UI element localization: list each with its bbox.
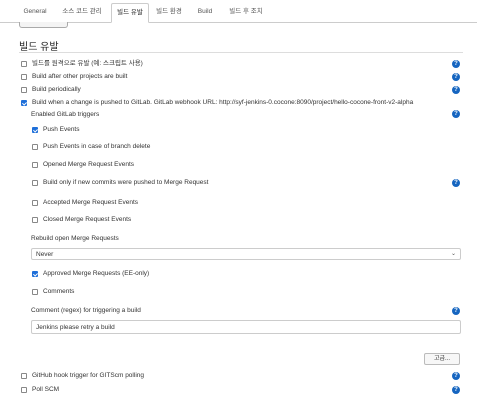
trigger-gitlab-push-checkbox[interactable] [21, 99, 27, 106]
push-branch-delete-label: Push Events in case of branch delete [43, 143, 151, 150]
trigger-github-hook-label: GitHub hook trigger for GITScm polling [32, 372, 144, 379]
tab-source-code-management[interactable]: 소스 코드 관리 [56, 3, 108, 21]
comment-regex-label: Comment (regex) for triggering a build [31, 307, 141, 314]
trigger-gitlab-push-label: Build when a change is pushed to GitLab.… [32, 99, 414, 106]
section-divider [19, 52, 463, 53]
help-icon[interactable]: ? [452, 73, 460, 81]
help-icon[interactable]: ? [452, 307, 460, 315]
comment-regex-value: Jenkins please retry a build [36, 324, 115, 331]
tab-build-triggers[interactable]: 빌드 유발 [111, 3, 149, 23]
trigger-github-hook-checkbox[interactable] [21, 372, 27, 379]
approved-mr-checkbox[interactable] [32, 270, 38, 277]
tab-general[interactable]: General [18, 3, 52, 21]
enabled-gitlab-triggers-label: Enabled GitLab triggers [31, 111, 100, 118]
push-events-checkbox[interactable] [32, 126, 38, 133]
section-title: 빌드 유발 [19, 42, 59, 53]
closed-mr-checkbox[interactable] [32, 216, 38, 223]
new-commits-mr-checkbox[interactable] [32, 179, 38, 186]
tab-build-environment[interactable]: 빌드 환경 [151, 3, 187, 21]
rebuild-open-mr-label: Rebuild open Merge Requests [31, 235, 119, 242]
opened-mr-checkbox[interactable] [32, 161, 38, 168]
previous-section-button-edge[interactable] [19, 22, 68, 28]
closed-mr-label: Closed Merge Request Events [43, 216, 132, 223]
rebuild-open-mr-select[interactable]: Never ⌄ [31, 248, 461, 260]
push-branch-delete-checkbox[interactable] [32, 143, 38, 150]
help-icon[interactable]: ? [452, 110, 460, 118]
trigger-after-other-projects-checkbox[interactable] [21, 73, 27, 80]
trigger-remote-label: 빌드를 원격으로 유발 (예: 스크립트 사용) [32, 60, 143, 67]
tab-build[interactable]: Build [191, 3, 219, 21]
accepted-mr-label: Accepted Merge Request Events [43, 199, 139, 206]
push-events-label: Push Events [43, 126, 80, 133]
trigger-after-other-projects-label: Build after other projects are built [32, 73, 128, 80]
comments-label: Comments [43, 288, 75, 295]
trigger-poll-scm-label: Poll SCM [32, 386, 60, 393]
new-commits-mr-label: Build only if new commits were pushed to… [43, 179, 209, 186]
chevron-down-icon: ⌄ [450, 251, 456, 257]
tab-bar: General 소스 코드 관리 빌드 유발 빌드 환경 Build 빌드 후 … [0, 0, 477, 23]
rebuild-open-mr-value: Never [36, 251, 54, 258]
comment-regex-input[interactable]: Jenkins please retry a build [31, 320, 461, 334]
trigger-periodically-checkbox[interactable] [21, 86, 27, 93]
accepted-mr-checkbox[interactable] [32, 199, 38, 206]
trigger-periodically-label: Build periodically [32, 86, 81, 93]
tab-post-build-actions[interactable]: 빌드 후 조치 [222, 3, 270, 21]
approved-mr-label: Approved Merge Requests (EE-only) [43, 270, 150, 277]
help-icon[interactable]: ? [452, 86, 460, 94]
help-icon[interactable]: ? [452, 179, 460, 187]
help-icon[interactable]: ? [452, 60, 460, 68]
trigger-poll-scm-checkbox[interactable] [21, 386, 27, 393]
help-icon[interactable]: ? [452, 372, 460, 380]
comments-checkbox[interactable] [32, 288, 38, 295]
trigger-remote-checkbox[interactable] [21, 60, 27, 67]
help-icon[interactable]: ? [452, 386, 460, 394]
advanced-button[interactable]: 고급... [424, 353, 460, 365]
opened-mr-label: Opened Merge Request Events [43, 161, 135, 168]
